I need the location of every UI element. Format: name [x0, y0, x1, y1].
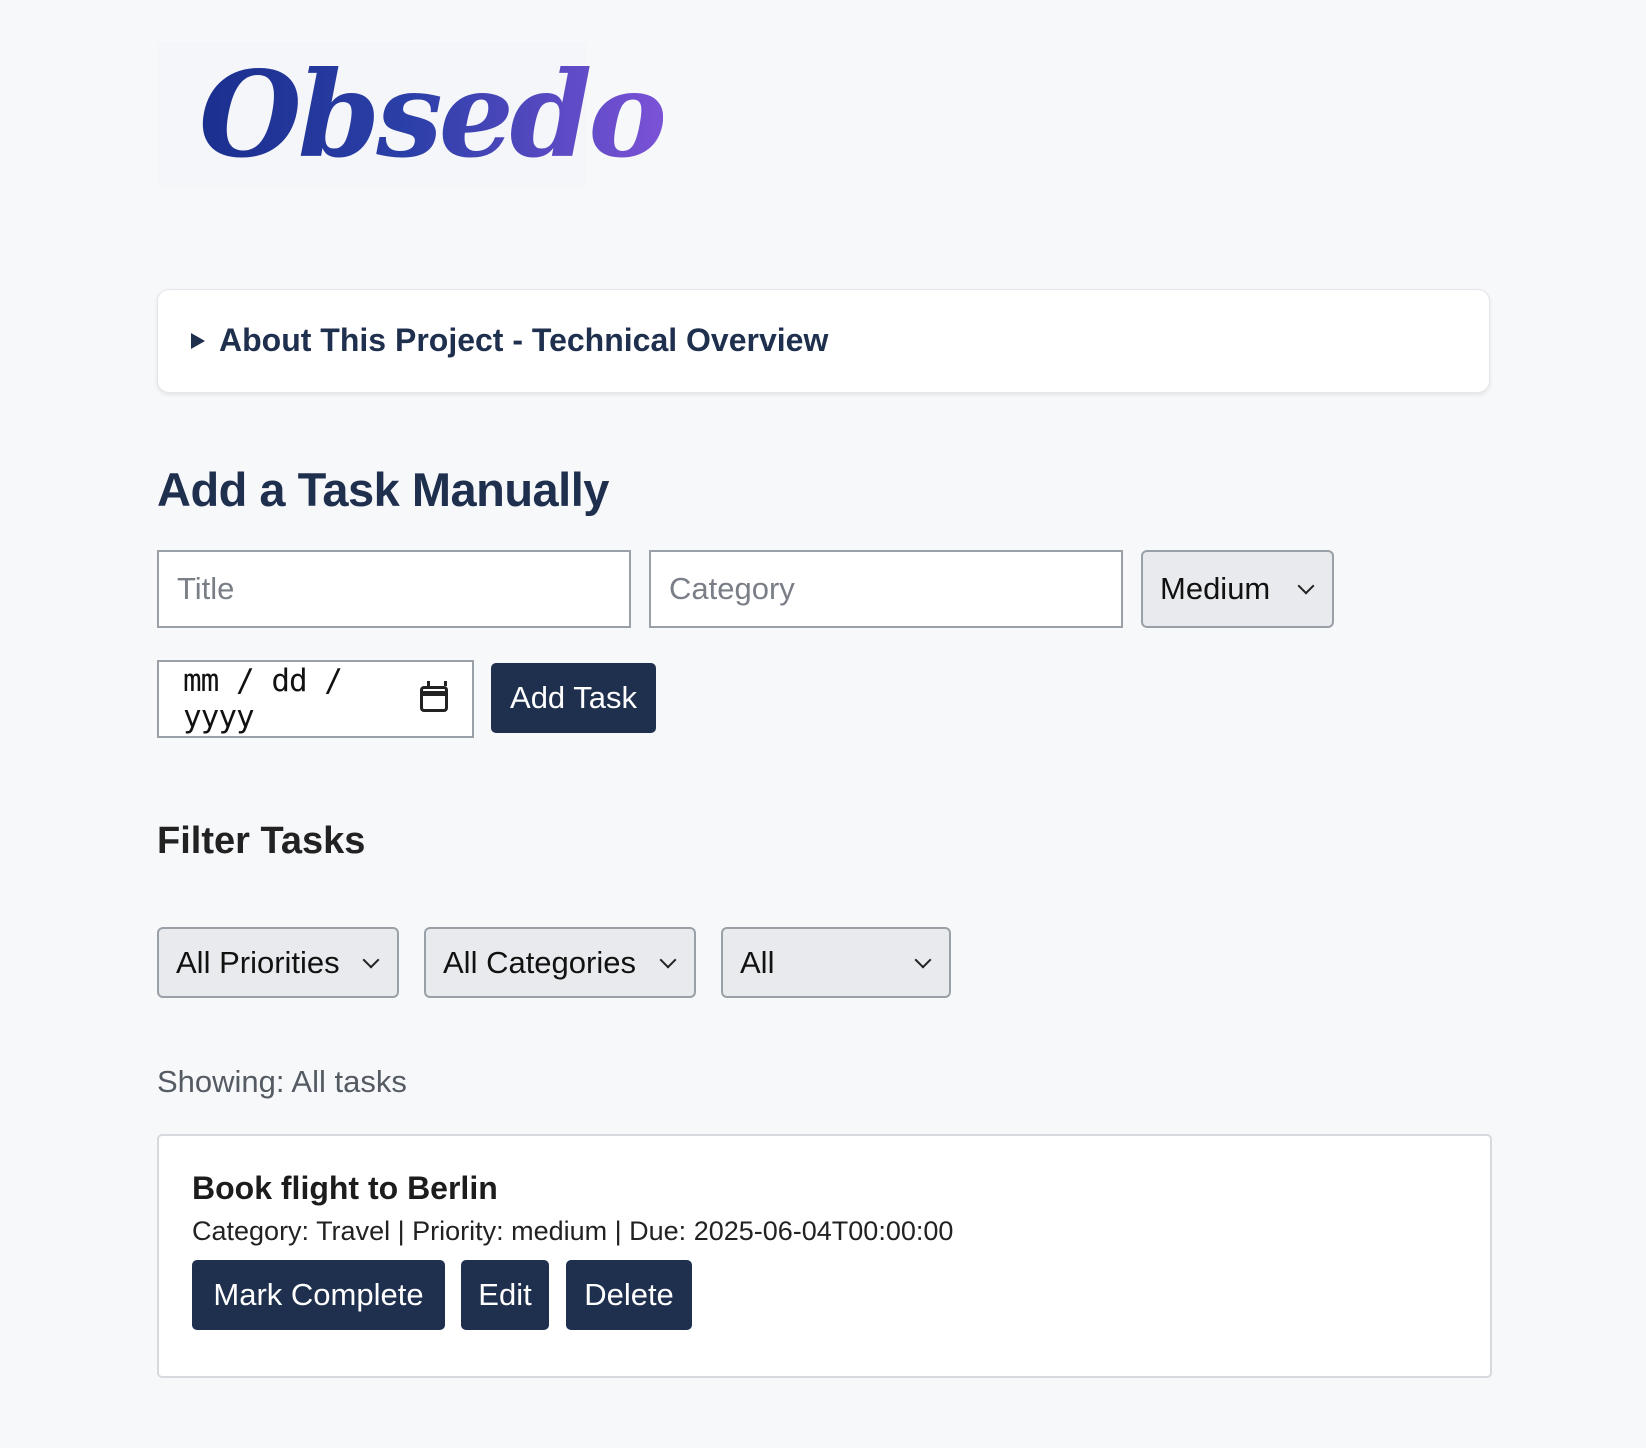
chevron-down-icon	[659, 951, 677, 968]
priority-select-value: Medium	[1160, 571, 1271, 606]
filter-tasks-heading: Filter Tasks	[157, 820, 366, 862]
about-panel: About This Project - Technical Overview	[157, 289, 1490, 393]
priority-filter-value: All Priorities	[176, 944, 340, 980]
title-input[interactable]	[157, 550, 631, 628]
logo-text: Obsedo	[199, 45, 667, 184]
logo: Obsedo	[157, 42, 667, 188]
status-filter-select[interactable]: All	[721, 927, 951, 998]
delete-button[interactable]: Delete	[566, 1260, 692, 1330]
calendar-icon[interactable]	[420, 681, 448, 712]
about-toggle[interactable]: About This Project - Technical Overview	[191, 322, 828, 359]
add-task-button[interactable]: Add Task	[491, 663, 656, 733]
showing-status: Showing: All tasks	[157, 1064, 407, 1099]
priority-select[interactable]: Medium	[1141, 550, 1334, 628]
chevron-down-icon	[914, 951, 932, 968]
due-date-input[interactable]: mm / dd / yyyy	[157, 660, 474, 738]
edit-button[interactable]: Edit	[461, 1260, 549, 1330]
task-card: Book flight to Berlin Category: Travel |…	[157, 1134, 1492, 1378]
date-placeholder: mm / dd / yyyy	[183, 663, 343, 735]
chevron-down-icon	[1297, 577, 1315, 595]
disclosure-triangle-icon	[191, 332, 205, 349]
task-title: Book flight to Berlin	[192, 1170, 498, 1206]
add-task-heading: Add a Task Manually	[157, 463, 609, 516]
category-input[interactable]	[649, 550, 1123, 628]
about-summary-label: About This Project - Technical Overview	[219, 322, 829, 358]
task-meta: Category: Travel | Priority: medium | Du…	[192, 1216, 954, 1246]
status-filter-value: All	[740, 944, 775, 980]
chevron-down-icon	[362, 951, 380, 968]
category-filter-select[interactable]: All Categories	[424, 927, 696, 998]
mark-complete-button[interactable]: Mark Complete	[192, 1260, 445, 1330]
category-filter-value: All Categories	[443, 944, 636, 980]
priority-filter-select[interactable]: All Priorities	[157, 927, 399, 998]
